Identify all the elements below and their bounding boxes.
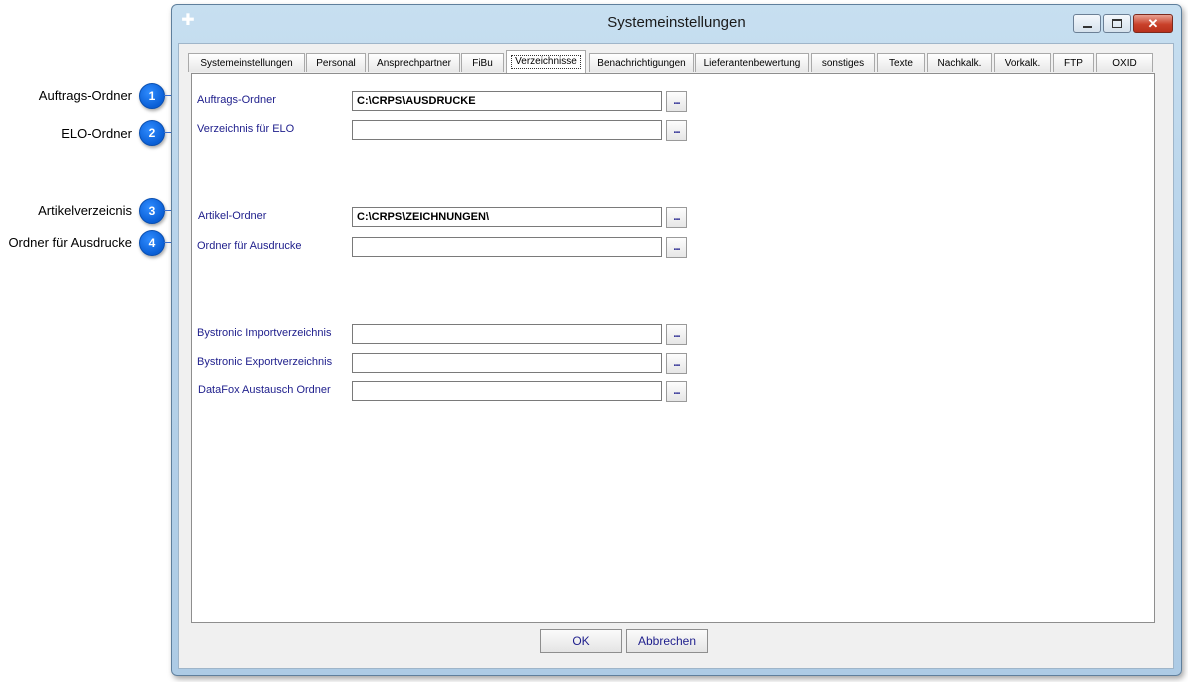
tab-label: sonstiges [821,57,865,69]
tab-label: FTP [1064,57,1083,69]
tab-label: Nachkalk. [937,57,982,69]
callout-badge: 4 [139,230,165,256]
callout-label: Ordner für Ausdrucke [8,235,132,250]
ok-button[interactable]: OK [540,629,622,653]
tab-ansprechpartner[interactable]: Ansprechpartner [368,53,460,72]
artikel-ordner-input[interactable]: C:\CRPS\ZEICHNUNGEN\ [352,207,662,227]
field-label: Auftrags-Ordner [197,94,276,106]
tab-systemeinstellungen[interactable]: Systemeinstellungen [188,53,305,72]
field-label: Bystronic Importverzeichnis [197,327,332,339]
callout-label: ELO-Ordner [61,126,132,141]
browse-button[interactable]: ... [666,381,687,402]
browse-button[interactable]: ... [666,207,687,228]
verzeichnisse-panel: Auftrags-Ordner C:\CRPS\AUSDRUCKE ... Ve… [191,73,1155,623]
browse-button[interactable]: ... [666,120,687,141]
maximize-icon [1112,19,1122,28]
tab-label: Texte [889,57,913,69]
callout-label: Auftrags-Ordner [38,88,132,103]
minimize-icon [1082,25,1092,28]
callout-badge: 1 [139,83,165,109]
tab-benachrichtigungen[interactable]: Benachrichtigungen [589,53,694,72]
tab-label: Benachrichtigungen [597,57,686,69]
field-label: Ordner für Ausdrucke [197,240,302,252]
tab-texte[interactable]: Texte [877,53,925,72]
close-icon: ✕ [1147,16,1159,31]
tab-verzeichnisse[interactable]: Verzeichnisse [506,50,586,73]
minimize-button[interactable] [1073,14,1101,33]
cancel-button[interactable]: Abbrechen [626,629,708,653]
tab-fibu[interactable]: FiBu [461,53,504,72]
browse-button[interactable]: ... [666,353,687,374]
bystronic-export-input[interactable] [352,353,662,373]
tab-personal[interactable]: Personal [306,53,366,72]
callout-label: Artikelverzeicnis [38,203,132,218]
tab-label: Verzeichnisse [511,55,581,69]
ausdrucke-ordner-input[interactable] [352,237,662,257]
tab-label: Lieferantenbewertung [703,57,801,69]
elo-ordner-input[interactable] [352,120,662,140]
tab-label: Systemeinstellungen [200,57,293,69]
tab-label: Vorkalk. [1004,57,1041,69]
field-label: Bystronic Exportverzeichnis [197,356,333,368]
field-label: Artikel-Ordner [198,210,267,222]
field-label: Verzeichnis für ELO [197,123,295,135]
field-label: DataFox Austausch Ordner [198,384,331,396]
datafox-ordner-input[interactable] [352,381,662,401]
tab-vorkalk[interactable]: Vorkalk. [994,53,1051,72]
tab-nachkalk[interactable]: Nachkalk. [927,53,992,72]
browse-button[interactable]: ... [666,324,687,345]
tab-ftp[interactable]: FTP [1053,53,1094,72]
bystronic-import-input[interactable] [352,324,662,344]
auftrags-ordner-input[interactable]: C:\CRPS\AUSDRUCKE [352,91,662,111]
tab-lieferantenbewertung[interactable]: Lieferantenbewertung [695,53,809,72]
tab-label: FiBu [472,57,493,69]
titlebar[interactable]: ✚ Systemeinstellungen ✕ [172,5,1181,39]
window-title: Systemeinstellungen [607,14,746,31]
callout-badge: 2 [139,120,165,146]
close-button[interactable]: ✕ [1133,14,1173,33]
settings-window: ✚ Systemeinstellungen ✕ Systemeinstellun… [171,4,1182,676]
maximize-button[interactable] [1103,14,1131,33]
tab-label: Ansprechpartner [377,57,451,69]
tab-label: OXID [1112,57,1137,69]
dialog-client: Systemeinstellungen Personal Ansprechpar… [178,43,1174,669]
browse-button[interactable]: ... [666,91,687,112]
tab-label: Personal [316,57,356,69]
callout-badge: 3 [139,198,165,224]
tab-oxid[interactable]: OXID [1096,53,1153,72]
browse-button[interactable]: ... [666,237,687,258]
tab-sonstiges[interactable]: sonstiges [811,53,875,72]
